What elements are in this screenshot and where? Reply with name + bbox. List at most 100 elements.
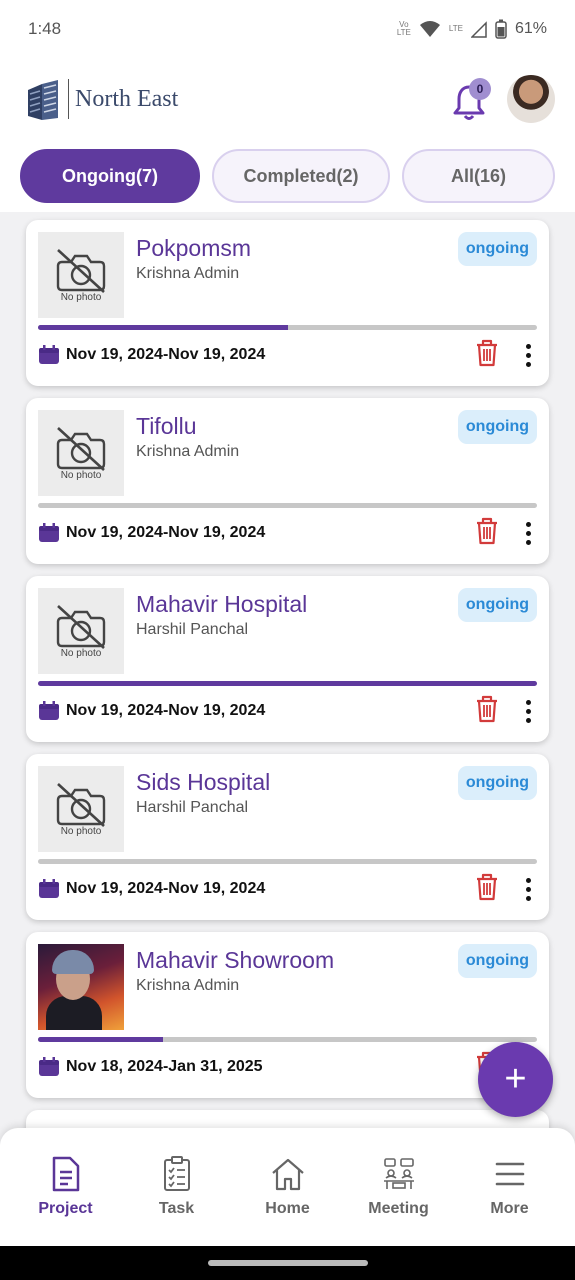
project-date-range: Nov 19, 2024-Nov 19, 2024 bbox=[66, 880, 266, 897]
project-list[interactable]: No photo Pokpomsm Krishna Admin ongoing Nov … bbox=[0, 212, 575, 1128]
project-date-range: Nov 19, 2024-Nov 19, 2024 bbox=[66, 524, 266, 541]
project-thumbnail bbox=[38, 944, 124, 1030]
project-date-range: Nov 18, 2024-Jan 31, 2025 bbox=[66, 1058, 263, 1075]
project-info: Sids Hospital Harshil Panchal bbox=[124, 766, 458, 852]
add-project-button[interactable]: + bbox=[478, 1042, 553, 1117]
project-thumbnail: No photo bbox=[38, 766, 124, 852]
project-title[interactable]: Tifollu bbox=[136, 411, 458, 441]
project-info: Pokpomsm Krishna Admin bbox=[124, 232, 458, 318]
app-header: North East 0 bbox=[0, 58, 575, 140]
status-icons: Vo LTE LTE 61% bbox=[397, 19, 547, 39]
project-title[interactable]: Pokpomsm bbox=[136, 233, 458, 263]
checklist-icon bbox=[163, 1156, 190, 1191]
user-avatar[interactable] bbox=[507, 75, 555, 123]
kebab-dot bbox=[525, 708, 531, 714]
battery-percent: 61% bbox=[514, 20, 547, 37]
nav-label-task: Task bbox=[158, 1200, 195, 1217]
status-badge: ongoing bbox=[457, 944, 537, 978]
trash-icon bbox=[475, 339, 499, 371]
meeting-icon bbox=[383, 1158, 414, 1189]
tab-completed[interactable]: Completed(2) bbox=[212, 149, 390, 203]
wifi-icon bbox=[419, 21, 440, 37]
building-logo-icon bbox=[28, 80, 58, 120]
nav-item-task[interactable]: Task bbox=[127, 1156, 227, 1218]
no-photo-icon bbox=[56, 426, 106, 471]
project-owner: Krishna Admin bbox=[136, 977, 240, 994]
status-bar: 1:48 Vo LTE LTE 61% bbox=[0, 0, 575, 58]
signal-icon bbox=[470, 21, 487, 38]
project-info: Mahavir Hospital Harshil Panchal bbox=[124, 588, 458, 674]
nav-label-project: Project bbox=[38, 1200, 93, 1217]
project-title[interactable]: Mahavir Hospital bbox=[136, 589, 458, 619]
project-card-partial[interactable] bbox=[26, 1110, 549, 1128]
delete-button[interactable] bbox=[475, 873, 499, 906]
calendar-icon bbox=[39, 879, 59, 898]
no-photo-label: No photo bbox=[60, 291, 102, 303]
no-photo-label: No photo bbox=[60, 469, 102, 481]
home-gesture-pill[interactable] bbox=[207, 1260, 368, 1266]
status-badge: ongoing bbox=[457, 410, 537, 444]
kebab-dot bbox=[525, 521, 531, 527]
no-photo-icon bbox=[56, 248, 106, 293]
calendar-icon bbox=[39, 701, 59, 720]
no-photo-icon bbox=[56, 604, 106, 649]
status-badge: ongoing bbox=[457, 588, 537, 622]
project-card[interactable]: No photo Pokpomsm Krishna Admin ongoing Nov … bbox=[26, 220, 549, 386]
document-icon bbox=[52, 1156, 79, 1192]
tab-ongoing[interactable]: Ongoing(7) bbox=[20, 149, 200, 203]
project-thumbnail: No photo bbox=[38, 588, 124, 674]
battery-icon bbox=[495, 19, 507, 39]
nav-item-home[interactable]: Home bbox=[238, 1156, 338, 1218]
project-card[interactable]: No photo Tifollu Krishna Admin ongoing Nov 1… bbox=[26, 398, 549, 564]
status-time: 1:48 bbox=[28, 19, 62, 38]
calendar-icon bbox=[39, 345, 59, 364]
system-gesture-bar bbox=[0, 1246, 575, 1280]
more-options-button[interactable] bbox=[523, 877, 533, 901]
project-title[interactable]: Mahavir Showroom bbox=[136, 945, 458, 975]
nav-label-home: Home bbox=[265, 1200, 310, 1217]
more-options-button[interactable] bbox=[523, 343, 533, 367]
project-date-range: Nov 19, 2024-Nov 19, 2024 bbox=[66, 702, 266, 719]
brand-name: North East bbox=[68, 79, 178, 119]
status-badge: ongoing bbox=[457, 232, 537, 266]
project-title[interactable]: Sids Hospital bbox=[136, 767, 458, 797]
calendar-icon bbox=[39, 523, 59, 542]
project-card[interactable]: No photo Mahavir Hospital Harshil Panchal o… bbox=[26, 576, 549, 742]
no-photo-label: No photo bbox=[60, 825, 102, 837]
trash-icon bbox=[475, 517, 499, 549]
project-date-range: Nov 19, 2024-Nov 19, 2024 bbox=[66, 346, 266, 363]
more-options-button[interactable] bbox=[523, 521, 533, 545]
project-owner: Harshil Panchal bbox=[136, 799, 249, 816]
no-photo-icon bbox=[56, 782, 106, 827]
tab-all[interactable]: All(16) bbox=[402, 149, 555, 203]
nav-item-meeting[interactable]: Meeting bbox=[349, 1156, 449, 1218]
kebab-dot bbox=[525, 699, 531, 705]
nav-item-more[interactable]: More bbox=[460, 1156, 560, 1218]
project-card[interactable]: Mahavir Showroom Krishna Admin ongoing Nov … bbox=[26, 932, 549, 1098]
notification-button[interactable]: 0 bbox=[453, 78, 491, 120]
kebab-dot bbox=[525, 539, 531, 545]
header-actions: 0 bbox=[453, 75, 555, 123]
project-card[interactable]: No photo Sids Hospital Harshil Panchal ongo… bbox=[26, 754, 549, 920]
project-owner: Harshil Panchal bbox=[136, 621, 249, 638]
project-thumbnail: No photo bbox=[38, 410, 124, 496]
more-options-button[interactable] bbox=[523, 699, 533, 723]
delete-button[interactable] bbox=[475, 695, 499, 728]
bottom-navigation: Project Task Home Meeting More bbox=[0, 1128, 575, 1246]
project-owner: Krishna Admin bbox=[136, 443, 240, 460]
nav-label-more: More bbox=[490, 1200, 529, 1217]
trash-icon bbox=[475, 873, 499, 905]
notification-count-badge: 0 bbox=[469, 78, 491, 100]
project-info: Tifollu Krishna Admin bbox=[124, 410, 458, 496]
home-icon bbox=[271, 1158, 304, 1191]
delete-button[interactable] bbox=[475, 339, 499, 372]
kebab-dot bbox=[525, 717, 531, 723]
delete-button[interactable] bbox=[475, 517, 499, 550]
nav-item-project[interactable]: Project bbox=[16, 1156, 116, 1218]
volte-icon: Vo LTE bbox=[396, 20, 411, 37]
kebab-dot bbox=[525, 530, 531, 536]
kebab-dot bbox=[525, 361, 531, 367]
calendar-icon bbox=[39, 1057, 59, 1076]
brand-logo[interactable]: North East bbox=[24, 76, 178, 122]
menu-icon bbox=[495, 1162, 524, 1186]
